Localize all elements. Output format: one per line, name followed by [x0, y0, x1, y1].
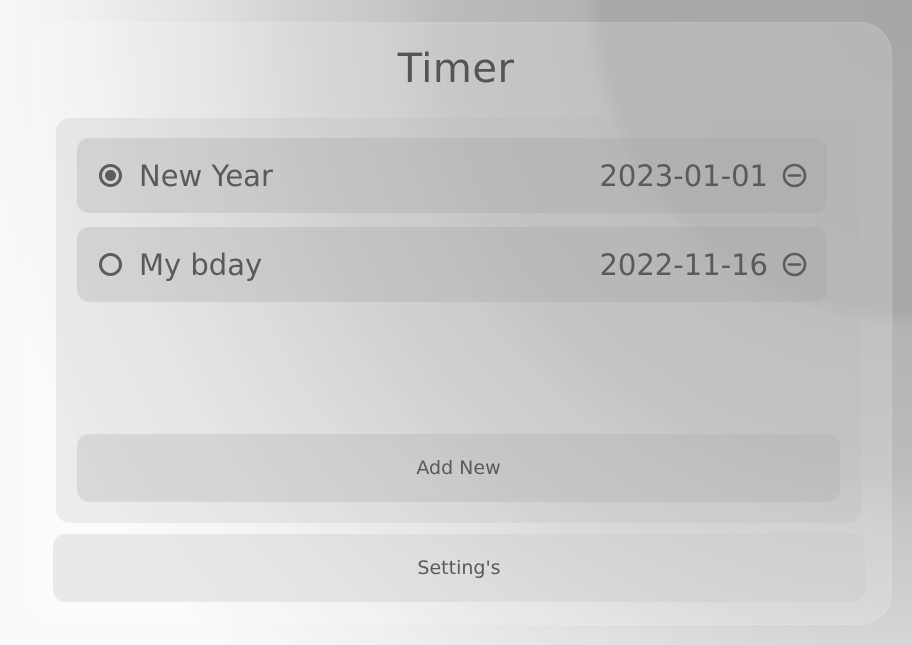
add-new-button[interactable]: Add New: [77, 434, 840, 502]
timer-date: 2023-01-01: [599, 158, 768, 193]
timer-name: My bday: [139, 247, 263, 282]
timer-date: 2022-11-16: [599, 247, 768, 282]
minus-circle-icon[interactable]: [782, 163, 807, 188]
timer-item[interactable]: New Year 2023-01-01: [77, 138, 827, 213]
page-title: Timer: [397, 46, 515, 92]
radio-dot: [105, 170, 116, 181]
radio-unselected-icon[interactable]: [99, 253, 122, 276]
settings-button[interactable]: Setting's: [53, 534, 865, 602]
timer-name: New Year: [139, 158, 273, 193]
minus-circle-icon[interactable]: [782, 252, 807, 277]
timer-item[interactable]: My bday 2022-11-16: [77, 227, 827, 302]
radio-selected-icon[interactable]: [99, 164, 122, 187]
